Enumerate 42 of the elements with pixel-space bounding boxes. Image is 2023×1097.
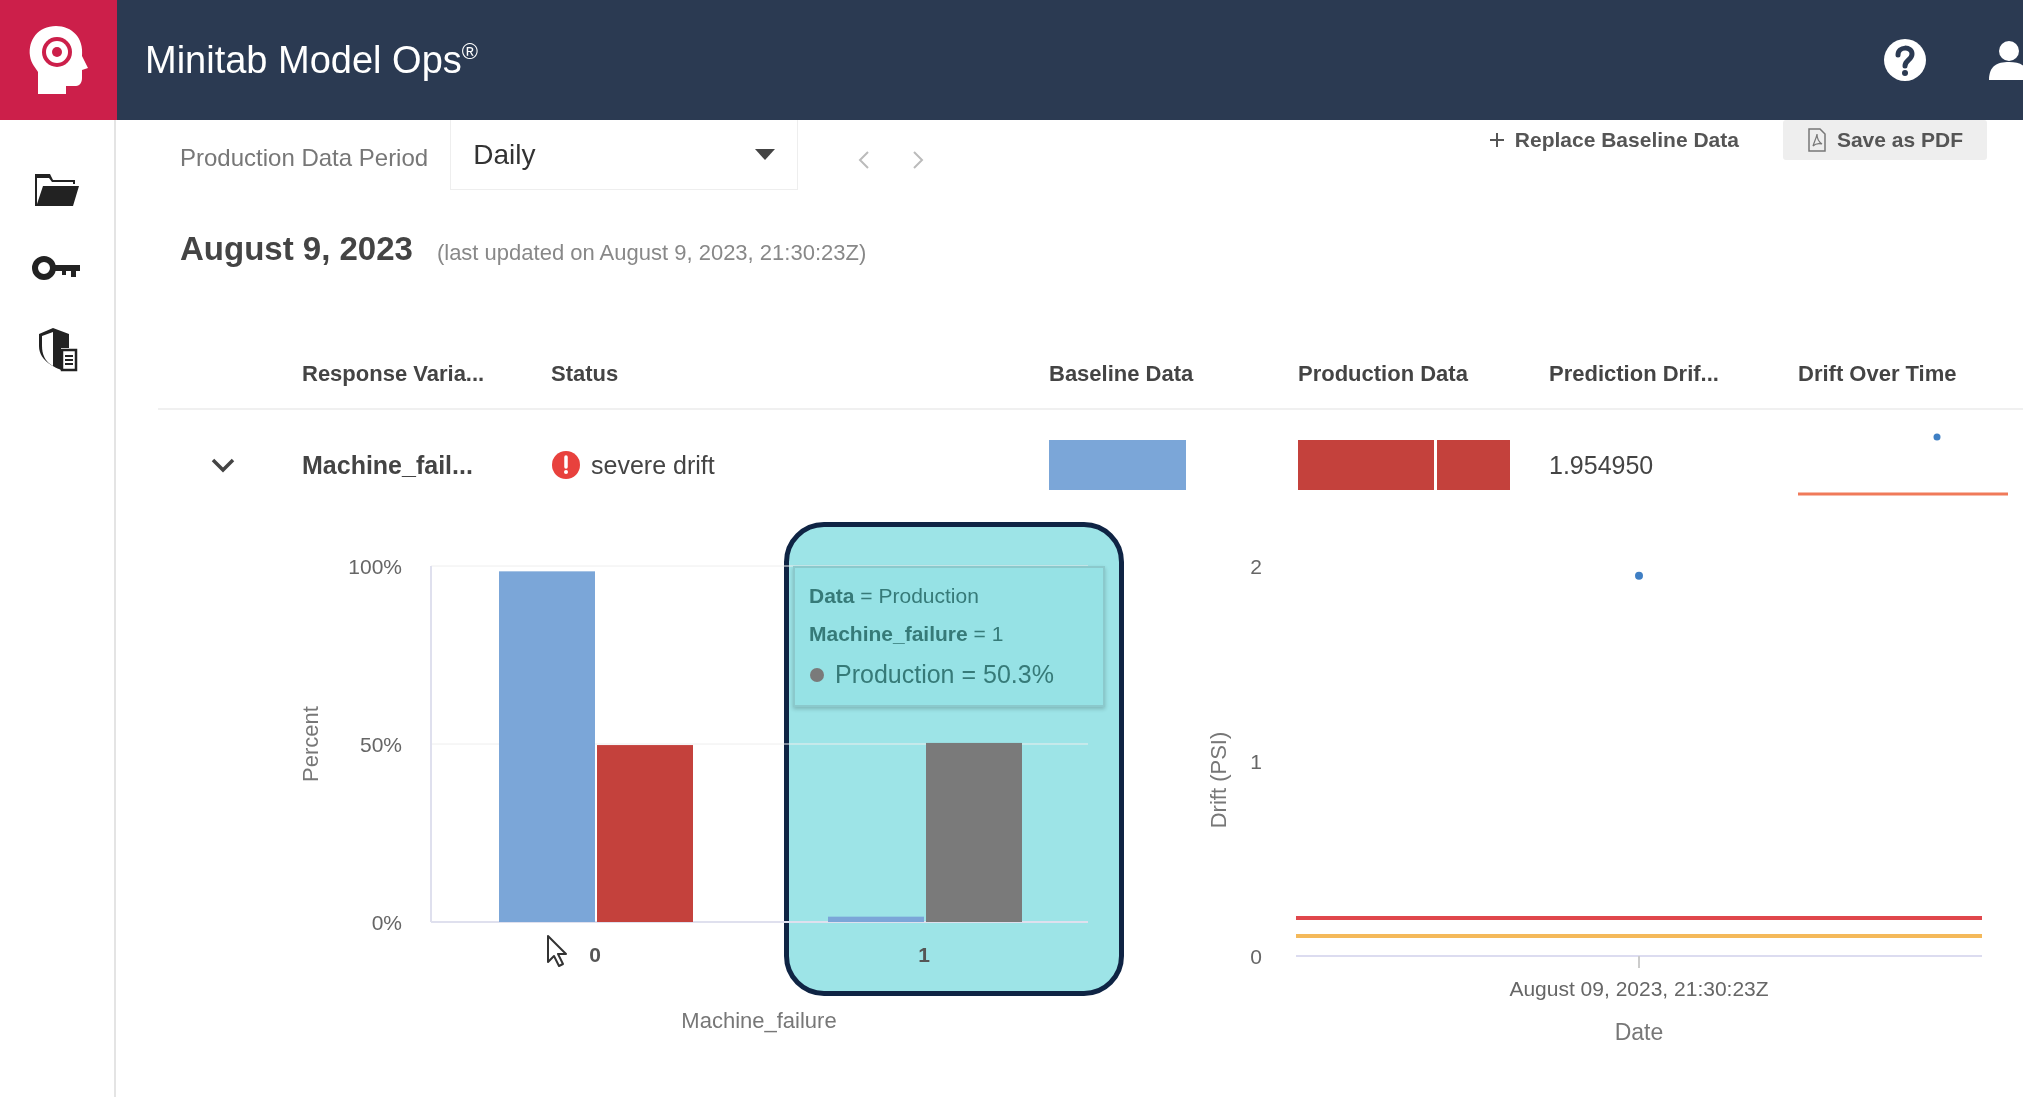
table-cell-text: 1.954950: [1549, 450, 1655, 480]
y-tick-label: 0: [1250, 945, 1262, 968]
period-dropdown[interactable]: Daily: [450, 120, 799, 190]
y-tick-label: 2: [1250, 555, 1262, 578]
pdf-document-icon: [1806, 128, 1827, 152]
x-tick-label: 1: [918, 943, 930, 966]
y-axis-label: Drift (PSI): [1206, 731, 1231, 829]
column-header[interactable]: Prediction Drif...: [1549, 361, 1798, 387]
x-axis-label: Date: [1614, 1019, 1664, 1045]
table-cell-text: Machine_fail...: [302, 450, 474, 480]
column-header[interactable]: Drift Over Time: [1798, 361, 2021, 387]
column-header[interactable]: Status: [551, 361, 1049, 387]
y-tick-label: 1: [1250, 750, 1262, 773]
x-tick-label: August 09, 2023, 21:30:23Z: [1509, 977, 1769, 1000]
tooltip-value: Production = 50.3%: [809, 660, 1089, 689]
y-tick-label: 0%: [371, 911, 402, 934]
save-pdf-button[interactable]: Save as PDF: [1782, 120, 1987, 160]
y-tick-label: 50%: [359, 733, 402, 756]
x-axis-label: Machine_failure: [681, 1008, 837, 1033]
tooltip-text: Machine_failure = 1: [809, 622, 1005, 646]
status-text: severe drift: [591, 450, 715, 480]
help-icon[interactable]: [1883, 38, 1927, 82]
app-title: Minitab Model Ops$^{®}$: [145, 38, 480, 82]
column-header[interactable]: Production Data: [1298, 361, 1549, 387]
y-tick-label: 100%: [348, 555, 402, 578]
period-label: Production Data Period: [180, 144, 429, 172]
user-icon[interactable]: [1987, 40, 2023, 80]
column-header[interactable]: Response Varia...: [302, 361, 551, 387]
plus-icon: [1488, 132, 1505, 148]
pointer-cursor-icon: [546, 934, 570, 968]
series-dot-icon: [809, 666, 825, 683]
column-header[interactable]: Baseline Data: [1049, 361, 1298, 387]
data-point[interactable]: [1635, 571, 1643, 580]
app-logo[interactable]: [0, 0, 117, 120]
dropdown-caret-icon: [755, 148, 776, 161]
x-tick-label: 0: [589, 943, 601, 966]
y-axis-label: Percent: [298, 706, 323, 782]
last-updated-text: (last updated on August 9, 2023, 21:30:23Z): [436, 240, 867, 266]
date-heading: August 9, 2023: [180, 230, 413, 268]
key-icon[interactable]: [32, 254, 82, 282]
tooltip-text: Data = Production: [809, 584, 980, 608]
replace-baseline-button[interactable]: Replace Baseline Data: [1482, 120, 1745, 160]
